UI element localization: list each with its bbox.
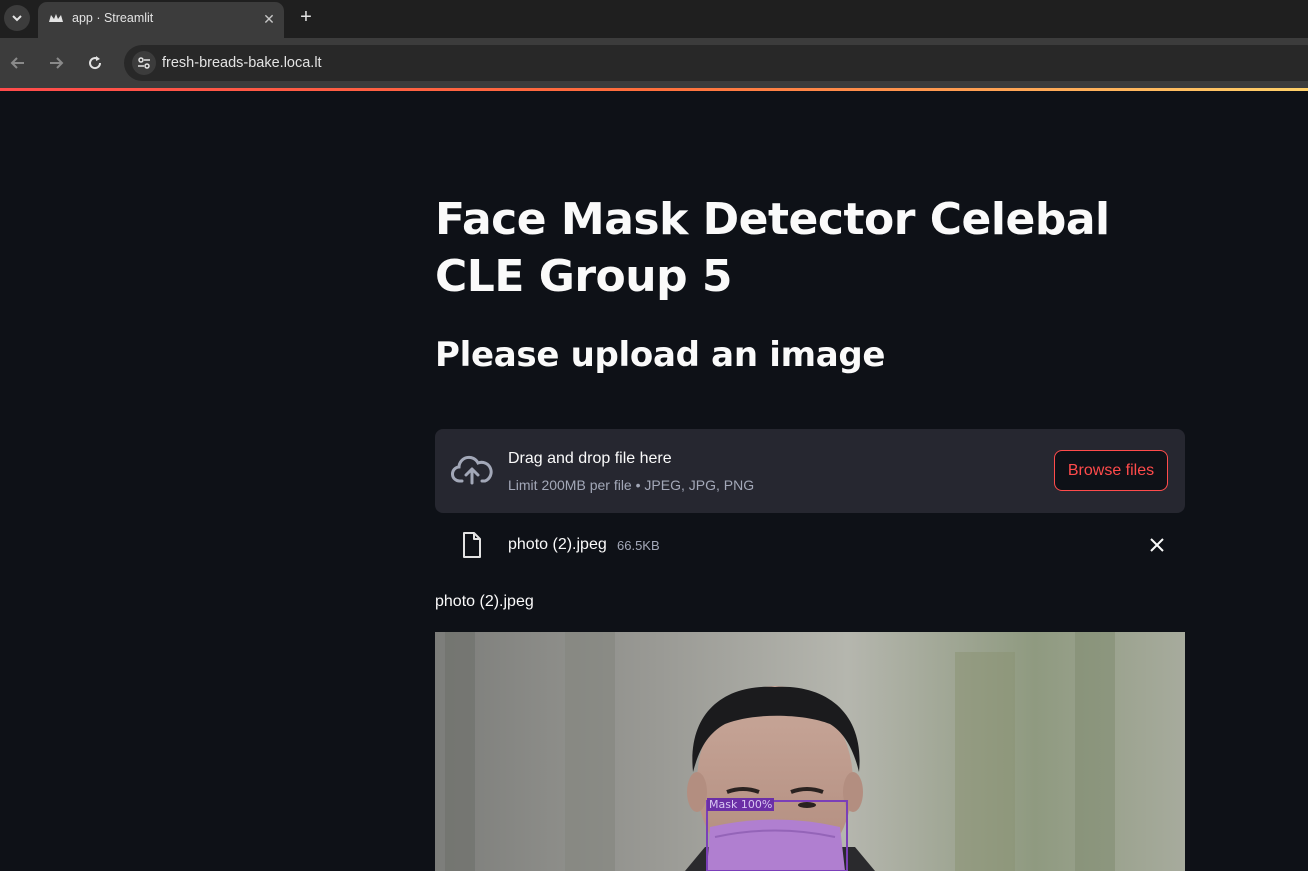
chevron-down-icon [12,15,22,22]
reload-button[interactable] [83,51,107,75]
uploaded-file-size: 66.5KB [617,538,660,553]
arrow-right-icon [50,57,64,69]
forward-button[interactable] [44,51,68,75]
close-icon[interactable] [1147,535,1167,555]
address-bar[interactable]: fresh-breads-bake.loca.lt [124,45,1308,81]
uploaded-file-name: photo (2).jpeg [508,536,607,553]
detection-result-image: Mask 100% [435,632,1185,871]
browser-tab[interactable]: app · Streamlit ✕ [38,2,284,38]
photo-illustration [435,632,1185,871]
tune-icon [138,57,150,69]
plus-icon[interactable]: + [294,6,318,30]
file-icon [463,532,481,558]
dropzone-title: Drag and drop file here [508,450,672,467]
browse-files-button[interactable]: Browse files [1054,450,1168,491]
back-button[interactable] [6,51,30,75]
image-caption: photo (2).jpeg [435,593,534,610]
browser-tab-bar: app · Streamlit ✕ + [0,0,1308,38]
url-text: fresh-breads-bake.loca.lt [162,55,322,71]
dropzone-limit: Limit 200MB per file • JPEG, JPG, PNG [508,477,755,493]
file-dropzone[interactable]: Drag and drop file here Limit 200MB per … [435,429,1185,513]
site-info-button[interactable] [132,51,156,75]
detection-label: Mask 100% [707,798,775,811]
uploaded-file-row: photo (2).jpeg 66.5KB [435,527,1185,565]
page-title: Face Mask Detector Celebal CLE Group 5 [435,194,1110,302]
arrow-left-icon [10,57,24,69]
tab-title: app · Streamlit [72,11,154,25]
streamlit-crown-icon [49,14,63,22]
tab-list-button[interactable] [4,5,30,31]
upload-subheader: Please upload an image [435,335,886,375]
reload-icon [89,56,102,70]
close-icon[interactable]: ✕ [260,10,278,28]
app-main: Face Mask Detector Celebal CLE Group 5 P… [0,91,1308,871]
browser-toolbar: fresh-breads-bake.loca.lt [0,38,1308,88]
cloud-upload-icon [451,455,493,485]
